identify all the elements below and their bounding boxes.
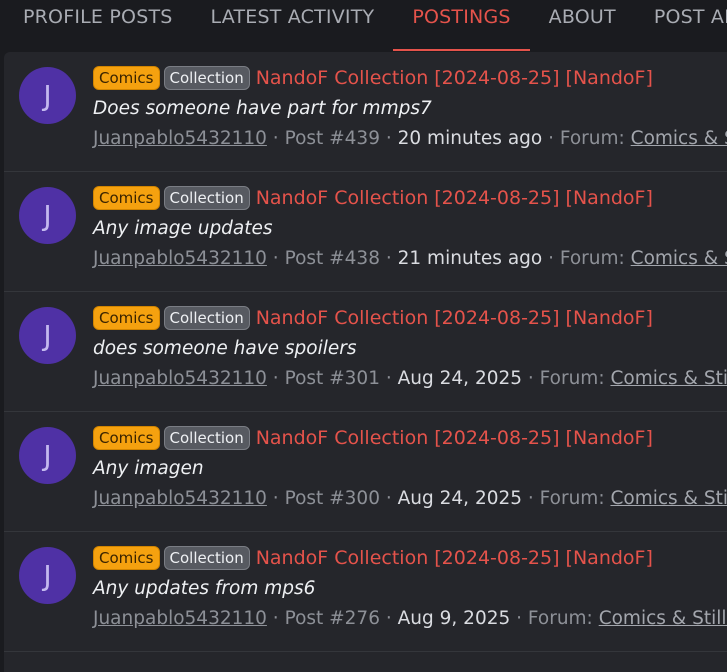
post-title-row: Comics Collection NandoF Collection [202… [93,546,653,570]
meta-separator: · [379,368,398,389]
meta-separator: · [266,248,285,269]
meta-separator: · [379,248,398,269]
post-meta: Juanpablo5432110 · Post #439 · 20 minute… [93,128,727,149]
prefix-badge-comics: Comics [93,306,160,330]
post-meta: Juanpablo5432110 · Post #276 · Aug 9, 20… [93,608,727,629]
meta-separator: · [266,368,285,389]
meta-separator: · [379,128,398,149]
username-link[interactable]: Juanpablo5432110 [93,128,267,149]
list-item: J Comics Collection NandoF Collection [2… [4,172,727,292]
forum-label: · Forum: [522,368,611,389]
post-title-row: Comics Collection NandoF Collection [202… [93,306,653,330]
prefix-badge-comics: Comics [93,186,160,210]
prefix-badge-comics: Comics [93,66,160,90]
avatar[interactable]: J [19,547,76,604]
post-number: Post #300 [284,488,380,509]
avatar[interactable]: J [19,67,76,124]
list-item: J Comics Collection NandoF Collection [2… [4,412,727,532]
post-snippet[interactable]: Does someone have part for mmps7 [93,98,432,119]
thread-title-link[interactable]: NandoF Collection [2024-08-25] [NandoF] [256,547,653,569]
forum-label: · Forum: [542,128,631,149]
prefix-badge-comics: Comics [93,546,160,570]
list-item: J Comics Collection NandoF Collection [2… [4,532,727,652]
avatar[interactable]: J [19,427,76,484]
tab-profile-posts[interactable]: PROFILE POSTS [0,0,192,51]
thread-title-link[interactable]: NandoF Collection [2024-08-25] [NandoF] [256,67,653,89]
post-number: Post #276 [284,608,380,629]
meta-separator: · [266,488,285,509]
avatar[interactable]: J [19,187,76,244]
tab-post-areas[interactable]: POST AR [635,0,727,51]
forum-link[interactable]: Comics & Stills [599,608,727,629]
post-time: 21 minutes ago [397,248,543,269]
post-number: Post #301 [284,368,380,389]
post-number: Post #438 [284,248,380,269]
post-time: Aug 9, 2025 [397,608,511,629]
post-meta: Juanpablo5432110 · Post #300 · Aug 24, 2… [93,488,727,509]
thread-title-link[interactable]: NandoF Collection [2024-08-25] [NandoF] [256,187,653,209]
meta-separator: · [266,128,285,149]
post-meta: Juanpablo5432110 · Post #301 · Aug 24, 2… [93,368,727,389]
prefix-badge-collection: Collection [163,186,250,210]
meta-separator: · [379,488,398,509]
post-snippet[interactable]: Any updates from mps6 [93,578,315,599]
post-snippet[interactable]: Any imagen [93,458,204,479]
forum-link[interactable]: Comics & Stills [631,128,727,149]
prefix-badge-collection: Collection [163,66,250,90]
forum-link[interactable]: Comics & Stills [610,488,727,509]
meta-separator: · [379,608,398,629]
tab-about[interactable]: ABOUT [530,0,635,51]
avatar[interactable]: J [19,307,76,364]
username-link[interactable]: Juanpablo5432110 [93,608,267,629]
post-snippet[interactable]: does someone have spoilers [93,338,357,359]
forum-label: · Forum: [510,608,599,629]
prefix-badge-collection: Collection [163,306,250,330]
tab-latest-activity[interactable]: LATEST ACTIVITY [192,0,394,51]
profile-tabs: PROFILE POSTS LATEST ACTIVITY POSTINGS A… [0,0,727,52]
thread-title-link[interactable]: NandoF Collection [2024-08-25] [NandoF] [256,427,653,449]
forum-link[interactable]: Comics & Stills [631,248,727,269]
post-title-row: Comics Collection NandoF Collection [202… [93,186,653,210]
thread-title-link[interactable]: NandoF Collection [2024-08-25] [NandoF] [256,307,653,329]
list-item: J Comics Collection NandoF Collection [2… [4,292,727,412]
prefix-badge-collection: Collection [163,546,250,570]
post-snippet[interactable]: Any image updates [93,218,273,239]
post-time: Aug 24, 2025 [397,368,523,389]
meta-separator: · [266,608,285,629]
post-title-row: Comics Collection NandoF Collection [202… [93,426,653,450]
prefix-badge-comics: Comics [93,426,160,450]
prefix-badge-collection: Collection [163,426,250,450]
list-item: J Comics Collection NandoF Collection [2… [4,52,727,172]
tab-postings[interactable]: POSTINGS [393,0,530,51]
username-link[interactable]: Juanpablo5432110 [93,248,267,269]
postings-list: J Comics Collection NandoF Collection [2… [4,52,727,672]
forum-link[interactable]: Comics & Stills [610,368,727,389]
post-meta: Juanpablo5432110 · Post #438 · 21 minute… [93,248,727,269]
post-number: Post #439 [284,128,380,149]
post-time: 20 minutes ago [397,128,543,149]
username-link[interactable]: Juanpablo5432110 [93,488,267,509]
forum-label: · Forum: [542,248,631,269]
username-link[interactable]: Juanpablo5432110 [93,368,267,389]
post-title-row: Comics Collection NandoF Collection [202… [93,66,653,90]
forum-label: · Forum: [522,488,611,509]
post-time: Aug 24, 2025 [397,488,523,509]
